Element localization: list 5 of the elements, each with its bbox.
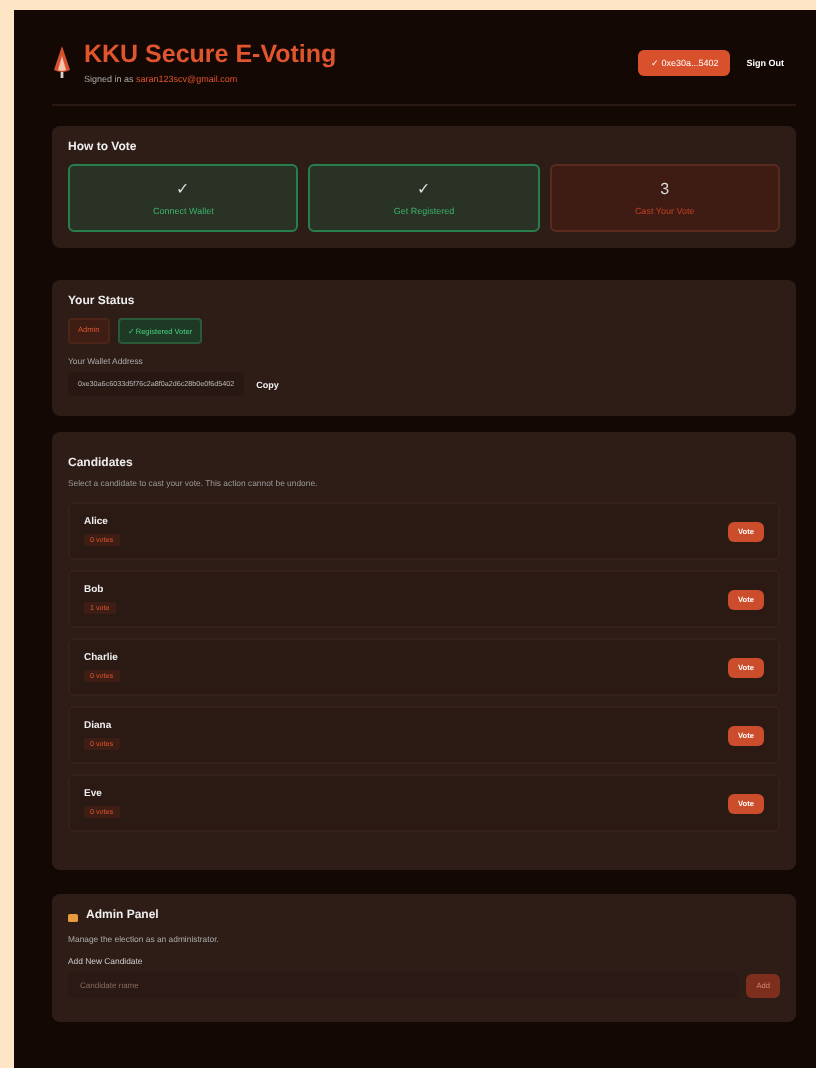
step-mark: ✓: [176, 180, 191, 198]
step-mark: 3: [660, 180, 670, 198]
flame-icon: [52, 46, 72, 78]
app-title: KKU Secure E-Voting: [84, 40, 339, 68]
step-mark: ✓: [416, 180, 431, 198]
